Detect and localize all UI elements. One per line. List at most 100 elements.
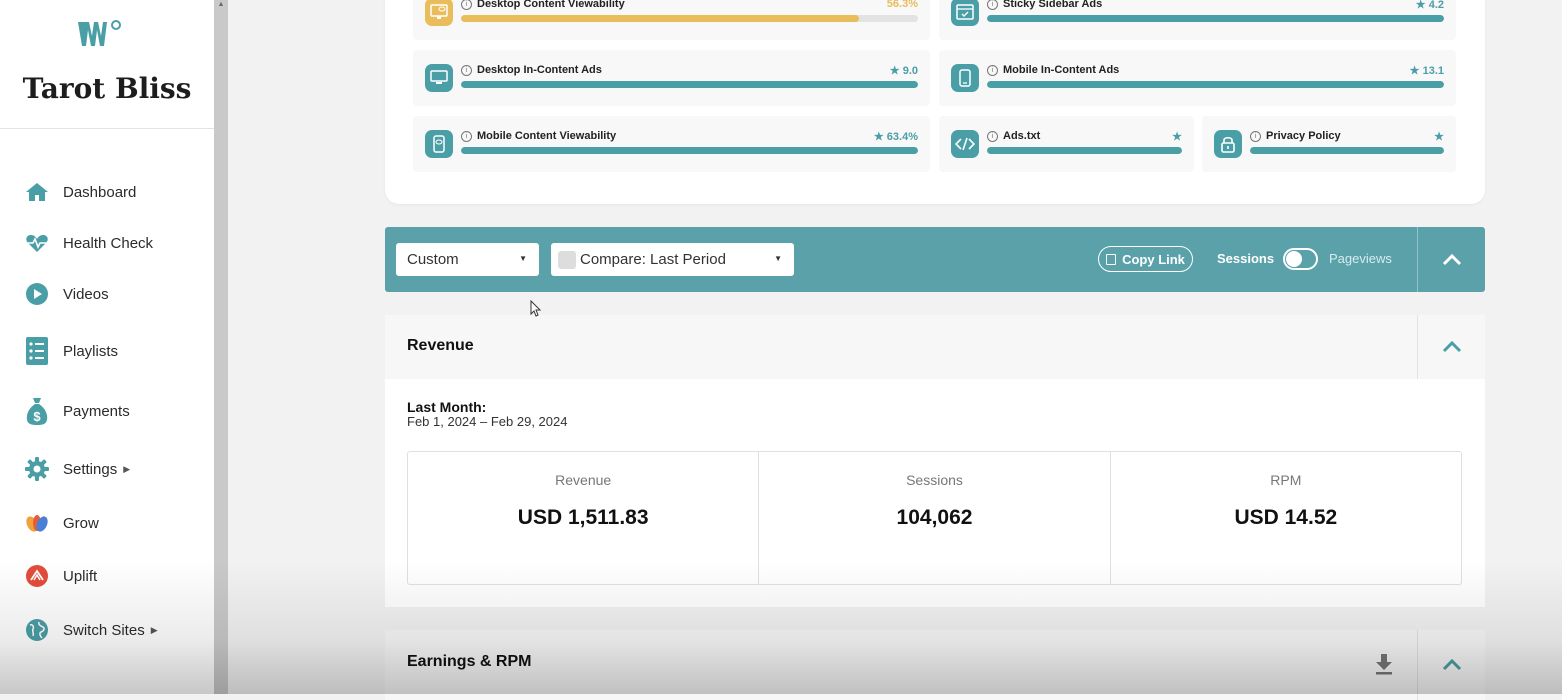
revenue-panel-header: Revenue	[385, 315, 1485, 379]
desktop-eye-icon	[425, 0, 453, 26]
metric-progress-bar	[461, 147, 918, 154]
sidebar-item-switch-sites[interactable]: Switch Sites ▶	[24, 615, 158, 645]
uplift-icon	[24, 563, 50, 589]
sidebar-item-uplift[interactable]: Uplift	[24, 561, 97, 591]
earnings-rpm-panel: Earnings & RPM	[385, 630, 1485, 700]
sidebar-item-label: Videos	[63, 285, 109, 303]
sessions-pageviews-toggle[interactable]	[1283, 248, 1318, 270]
info-icon[interactable]: i	[987, 64, 998, 76]
earnings-collapse-button[interactable]	[1418, 630, 1485, 700]
sidebar-item-health-check[interactable]: Health Check	[24, 228, 153, 258]
metric-mobile-content-viewability[interactable]: i Mobile Content Viewability ★ 63.4%	[413, 116, 930, 172]
sidebar-item-label: Grow	[63, 514, 99, 532]
toolbar-collapse-button[interactable]	[1418, 227, 1485, 292]
info-icon[interactable]: i	[987, 130, 998, 142]
metric-progress-fill	[461, 15, 859, 22]
health-metrics-card: i Desktop Content Viewability 56.3% i Stic…	[385, 0, 1485, 204]
stat-label: Sessions	[906, 472, 963, 488]
chevron-right-icon: ▶	[123, 463, 131, 474]
mobile-eye-icon	[425, 130, 453, 158]
metric-score: 56.3%	[886, 0, 918, 10]
copy-link-button[interactable]: Copy Link	[1098, 246, 1193, 272]
metric-label: Desktop Content Viewability	[477, 0, 625, 10]
download-icon[interactable]	[1373, 652, 1395, 676]
sidebar-item-payments[interactable]: $ Payments	[24, 396, 130, 426]
stat-sessions: Sessions 104,062	[759, 452, 1111, 584]
metric-progress-fill	[987, 81, 1444, 88]
metric-score: 4.2	[1428, 0, 1444, 11]
star-icon: ★	[1409, 65, 1423, 77]
stat-rpm: RPM USD 14.52	[1111, 452, 1461, 584]
metric-score: 9.0	[902, 65, 918, 77]
star-icon: ★	[873, 131, 887, 143]
date-range-value: Custom	[407, 251, 459, 268]
compare-select[interactable]: Compare: Last Period ▼	[551, 243, 794, 276]
info-icon[interactable]: i	[1250, 130, 1261, 142]
sidebar-divider	[0, 128, 214, 129]
metric-sticky-sidebar-ads[interactable]: i Sticky Sidebar Ads ★ 4.2	[939, 0, 1456, 40]
mouse-cursor-icon	[530, 300, 542, 317]
revenue-panel: Revenue Last Month: Feb 1, 2024 – Feb 29…	[385, 315, 1485, 607]
star-icon: ★	[1415, 0, 1429, 11]
metric-score: 63.4%	[886, 131, 918, 143]
stat-label: Revenue	[555, 472, 612, 488]
lock-icon	[1214, 130, 1242, 158]
sidebar-item-grow[interactable]: Grow	[24, 508, 99, 538]
play-circle-icon	[24, 281, 50, 307]
sidebar-item-dashboard[interactable]: Dashboard	[24, 177, 136, 207]
sidebar-item-playlists[interactable]: Playlists	[24, 336, 118, 366]
metric-progress-fill	[461, 147, 918, 154]
copy-link-label: Copy Link	[1122, 251, 1185, 267]
sidebar-item-label: Health Check	[63, 234, 154, 252]
desktop-icon	[425, 64, 453, 92]
sidebar-scrollbar[interactable]	[214, 0, 228, 694]
date-range-select[interactable]: Custom ▼	[396, 243, 539, 276]
metric-progress-bar	[987, 147, 1182, 154]
star-icon: ★	[1434, 131, 1444, 143]
home-icon	[24, 179, 50, 205]
metric-label: Privacy Policy	[1266, 130, 1341, 142]
info-icon[interactable]: i	[461, 130, 472, 142]
metric-progress-fill	[1250, 147, 1444, 154]
sidebar-item-settings[interactable]: Settings ▶	[24, 454, 130, 484]
metric-desktop-content-viewability[interactable]: i Desktop Content Viewability 56.3%	[413, 0, 930, 40]
compare-value: Compare: Last Period	[580, 251, 726, 268]
info-icon[interactable]: i	[461, 64, 472, 76]
metric-desktop-in-content-ads[interactable]: i Desktop In-Content Ads ★ 9.0	[413, 50, 930, 106]
site-name: Tarot Bliss	[22, 72, 192, 105]
metric-progress-fill	[987, 15, 1444, 22]
sidebar: Tarot Bliss Dashboard Health Check Video…	[0, 0, 214, 694]
metric-label: Mobile In-Content Ads	[1003, 64, 1120, 76]
chevron-right-icon: ▶	[150, 624, 158, 635]
stat-label: RPM	[1270, 472, 1302, 488]
metric-privacy-policy[interactable]: i Privacy Policy ★	[1202, 116, 1456, 172]
info-icon[interactable]: i	[987, 0, 998, 10]
sidebar-item-videos[interactable]: Videos	[24, 279, 109, 309]
gear-icon	[24, 456, 50, 482]
metric-progress-bar	[461, 15, 918, 22]
period-label: Last Month:	[407, 399, 487, 415]
metric-score: 13.1	[1422, 65, 1444, 77]
revenue-stats: Revenue USD 1,511.83 Sessions 104,062 RP…	[407, 451, 1462, 585]
period-range: Feb 1, 2024 – Feb 29, 2024	[407, 414, 568, 429]
stat-revenue: Revenue USD 1,511.83	[408, 452, 760, 584]
metric-label: Mobile Content Viewability	[477, 130, 617, 142]
stat-value: USD 14.52	[1234, 506, 1338, 529]
sidebar-item-label: Playlists	[63, 342, 119, 360]
chevron-up-icon	[1442, 253, 1461, 265]
sidebar-check-icon	[951, 0, 979, 26]
compare-checkbox[interactable]	[558, 250, 576, 269]
metric-ads-txt[interactable]: i Ads.txt ★	[939, 116, 1194, 172]
metric-label: Ads.txt	[1003, 130, 1041, 142]
toggle-knob	[1286, 251, 1302, 267]
revenue-collapse-button[interactable]	[1418, 315, 1485, 379]
code-icon	[951, 130, 979, 158]
copy-icon	[1106, 253, 1117, 265]
stat-value: USD 1,511.83	[517, 506, 649, 529]
metric-mobile-in-content-ads[interactable]: i Mobile In-Content Ads ★ 13.1	[939, 50, 1456, 106]
logo-icon	[78, 20, 121, 46]
metric-progress-bar	[987, 15, 1444, 22]
scroll-up-arrow-icon[interactable]: ▲	[214, 0, 228, 10]
chevron-down-icon: ▼	[774, 254, 782, 263]
info-icon[interactable]: i	[461, 0, 472, 10]
